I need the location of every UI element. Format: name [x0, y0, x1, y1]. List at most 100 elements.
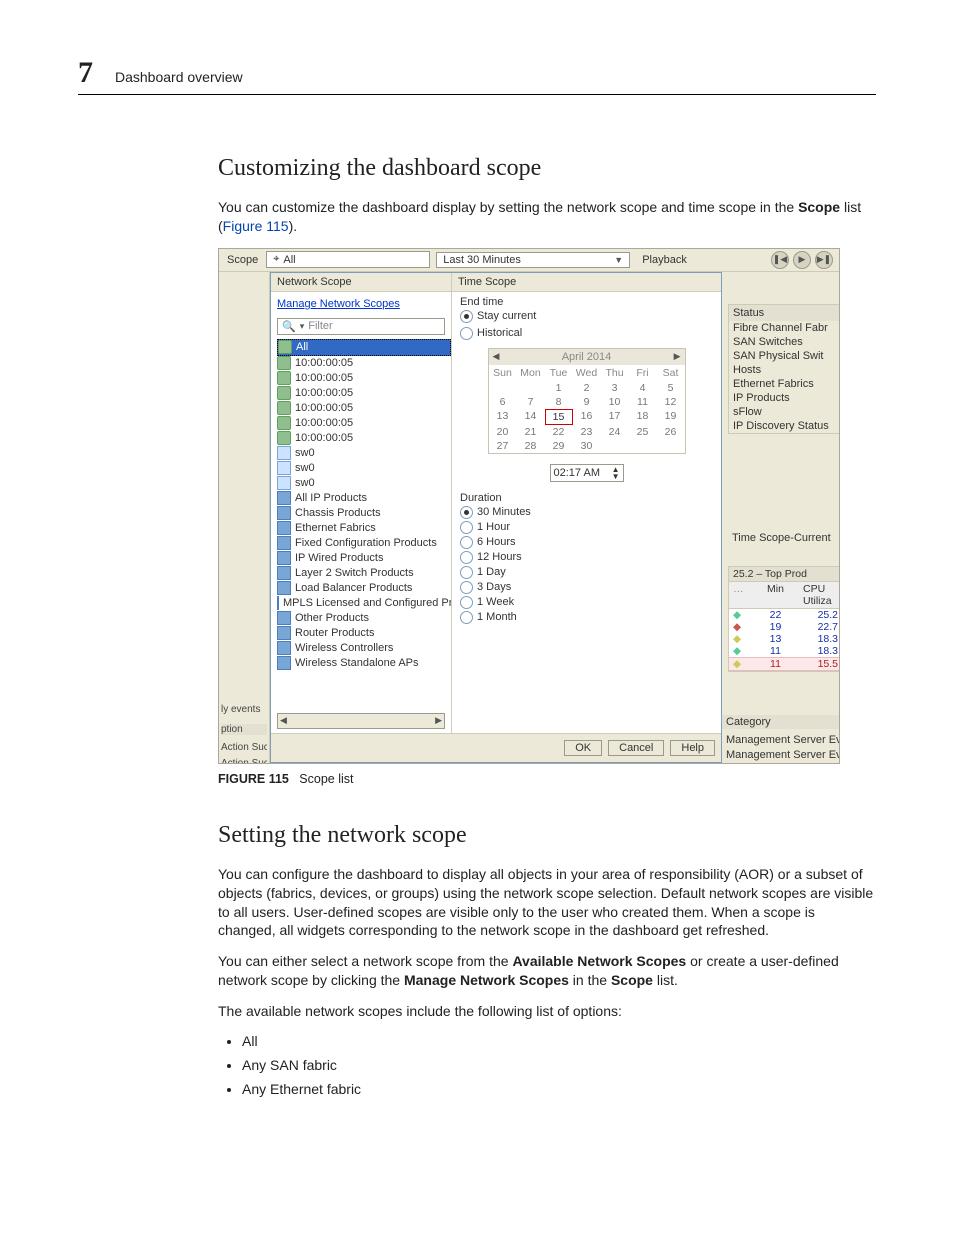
duration-radio[interactable]: 6 Hours: [460, 536, 713, 549]
scope-value-box[interactable]: ⌖ All: [266, 251, 430, 268]
playback-prev-icon[interactable]: ❚◀: [771, 251, 789, 269]
cal-day[interactable]: 19: [657, 409, 685, 425]
calendar-widget[interactable]: ◀ April 2014 ▶ SunMonTueWedThuFriSat1234…: [488, 348, 686, 454]
cal-day[interactable]: 4: [629, 381, 657, 395]
tree-item[interactable]: 10:00:00:05: [277, 401, 451, 416]
cal-day[interactable]: 1: [545, 381, 573, 395]
status-row[interactable]: Ethernet Fabrics: [729, 377, 839, 391]
status-row[interactable]: IP Discovery Status: [729, 419, 839, 433]
table-row[interactable]: ◆1318.3: [729, 633, 839, 645]
status-row[interactable]: SAN Physical Swit: [729, 349, 839, 363]
playback-next-icon[interactable]: ▶❚: [815, 251, 833, 269]
playback-play-icon[interactable]: ▶: [793, 251, 811, 269]
cal-day[interactable]: 3: [601, 381, 629, 395]
cal-day[interactable]: 14: [517, 409, 545, 425]
cal-day[interactable]: 28: [517, 439, 545, 453]
cal-day[interactable]: 22: [545, 425, 573, 439]
cancel-button[interactable]: Cancel: [608, 740, 664, 756]
time-range-selector[interactable]: Last 30 Minutes ▼: [436, 252, 630, 268]
cal-day[interactable]: 2: [573, 381, 601, 395]
fabric-icon: [278, 340, 292, 354]
tree-item[interactable]: 10:00:00:05: [277, 356, 451, 371]
tree-item[interactable]: Wireless Standalone APs: [277, 656, 451, 671]
tree-item[interactable]: IP Wired Products: [277, 551, 451, 566]
cal-day[interactable]: 16: [573, 409, 601, 425]
duration-radio[interactable]: 3 Days: [460, 581, 713, 594]
tree-item[interactable]: 10:00:00:05: [277, 371, 451, 386]
figure-reference-link[interactable]: Figure 115: [223, 218, 289, 234]
tree-item[interactable]: All IP Products: [277, 491, 451, 506]
cal-day[interactable]: 18: [629, 409, 657, 425]
tree-item[interactable]: MPLS Licensed and Configured Pro: [277, 596, 451, 611]
duration-radio[interactable]: 30 Minutes: [460, 506, 713, 519]
tree-item[interactable]: Load Balancer Products: [277, 581, 451, 596]
cal-day[interactable]: 10: [601, 395, 629, 409]
ok-button[interactable]: OK: [564, 740, 602, 756]
tree-item[interactable]: Layer 2 Switch Products: [277, 566, 451, 581]
cal-day[interactable]: 15: [545, 409, 573, 425]
cal-day[interactable]: 9: [573, 395, 601, 409]
manage-network-scopes-link[interactable]: Manage Network Scopes: [271, 292, 451, 316]
tree-item[interactable]: Fixed Configuration Products: [277, 536, 451, 551]
cal-day[interactable]: 13: [489, 409, 517, 425]
cal-day[interactable]: 21: [517, 425, 545, 439]
status-row[interactable]: sFlow: [729, 405, 839, 419]
cal-day[interactable]: 26: [657, 425, 685, 439]
filter-input[interactable]: 🔍 ▾ Filter: [277, 318, 445, 335]
help-button[interactable]: Help: [670, 740, 715, 756]
tree-item[interactable]: Other Products: [277, 611, 451, 626]
cal-next-icon[interactable]: ▶: [674, 351, 681, 362]
tree-item[interactable]: sw0: [277, 461, 451, 476]
tree-item[interactable]: 10:00:00:05: [277, 416, 451, 431]
cal-day[interactable]: 27: [489, 439, 517, 453]
cal-day[interactable]: 30: [573, 439, 601, 453]
status-row[interactable]: Fibre Channel Fabr: [729, 321, 839, 335]
table-row[interactable]: ◆2225.2: [729, 609, 839, 621]
tree-item[interactable]: sw0: [277, 446, 451, 461]
network-scope-tree[interactable]: All10:00:00:0510:00:00:0510:00:00:0510:0…: [271, 339, 451, 709]
tree-item[interactable]: Router Products: [277, 626, 451, 641]
duration-radio[interactable]: 1 Hour: [460, 521, 713, 534]
cal-day[interactable]: 6: [489, 395, 517, 409]
cal-day[interactable]: 17: [601, 409, 629, 425]
tree-item[interactable]: Ethernet Fabrics: [277, 521, 451, 536]
cal-day[interactable]: 11: [629, 395, 657, 409]
horizontal-scrollbar[interactable]: ◀ ▶: [277, 713, 445, 729]
duration-radio[interactable]: 1 Month: [460, 611, 713, 624]
tree-item[interactable]: 10:00:00:05: [277, 386, 451, 401]
cal-prev-icon[interactable]: ◀: [493, 351, 500, 362]
cal-day[interactable]: 5: [657, 381, 685, 395]
tree-item[interactable]: Wireless Controllers: [277, 641, 451, 656]
duration-radio[interactable]: 12 Hours: [460, 551, 713, 564]
cal-day[interactable]: 23: [573, 425, 601, 439]
cal-day[interactable]: 25: [629, 425, 657, 439]
chapter-number: 7: [78, 56, 93, 90]
historical-radio[interactable]: Historical: [460, 327, 713, 340]
table-row[interactable]: ◆1922.7: [729, 621, 839, 633]
cal-day[interactable]: 29: [545, 439, 573, 453]
duration-radio[interactable]: 1 Day: [460, 566, 713, 579]
status-row[interactable]: SAN Switches: [729, 335, 839, 349]
spinner-icon[interactable]: ▲▼: [612, 466, 620, 480]
tree-item[interactable]: Chassis Products: [277, 506, 451, 521]
status-row[interactable]: Hosts: [729, 363, 839, 377]
tree-item[interactable]: sw0: [277, 476, 451, 491]
duration-radio[interactable]: 1 Week: [460, 596, 713, 609]
cal-day[interactable]: 12: [657, 395, 685, 409]
tree-item[interactable]: All: [277, 339, 451, 356]
tree-item[interactable]: 10:00:00:05: [277, 431, 451, 446]
radio-unselected-icon: [460, 521, 473, 534]
scope-list-screenshot: Scope ⌖ All Last 30 Minutes ▼ Playback ❚…: [218, 248, 840, 764]
status-row[interactable]: IP Products: [729, 391, 839, 405]
cal-day[interactable]: 24: [601, 425, 629, 439]
section2-p1: You can configure the dashboard to displ…: [218, 865, 876, 941]
scroll-right-icon[interactable]: ▶: [435, 715, 442, 726]
cal-day[interactable]: 8: [545, 395, 573, 409]
scroll-left-icon[interactable]: ◀: [280, 715, 287, 726]
stay-current-radio[interactable]: Stay current: [460, 310, 713, 323]
cal-day[interactable]: 20: [489, 425, 517, 439]
time-spinner[interactable]: 02:17 AM ▲▼: [550, 464, 624, 482]
table-row[interactable]: ◆1115.5: [729, 657, 839, 671]
table-row[interactable]: ◆1118.3: [729, 645, 839, 657]
cal-day[interactable]: 7: [517, 395, 545, 409]
